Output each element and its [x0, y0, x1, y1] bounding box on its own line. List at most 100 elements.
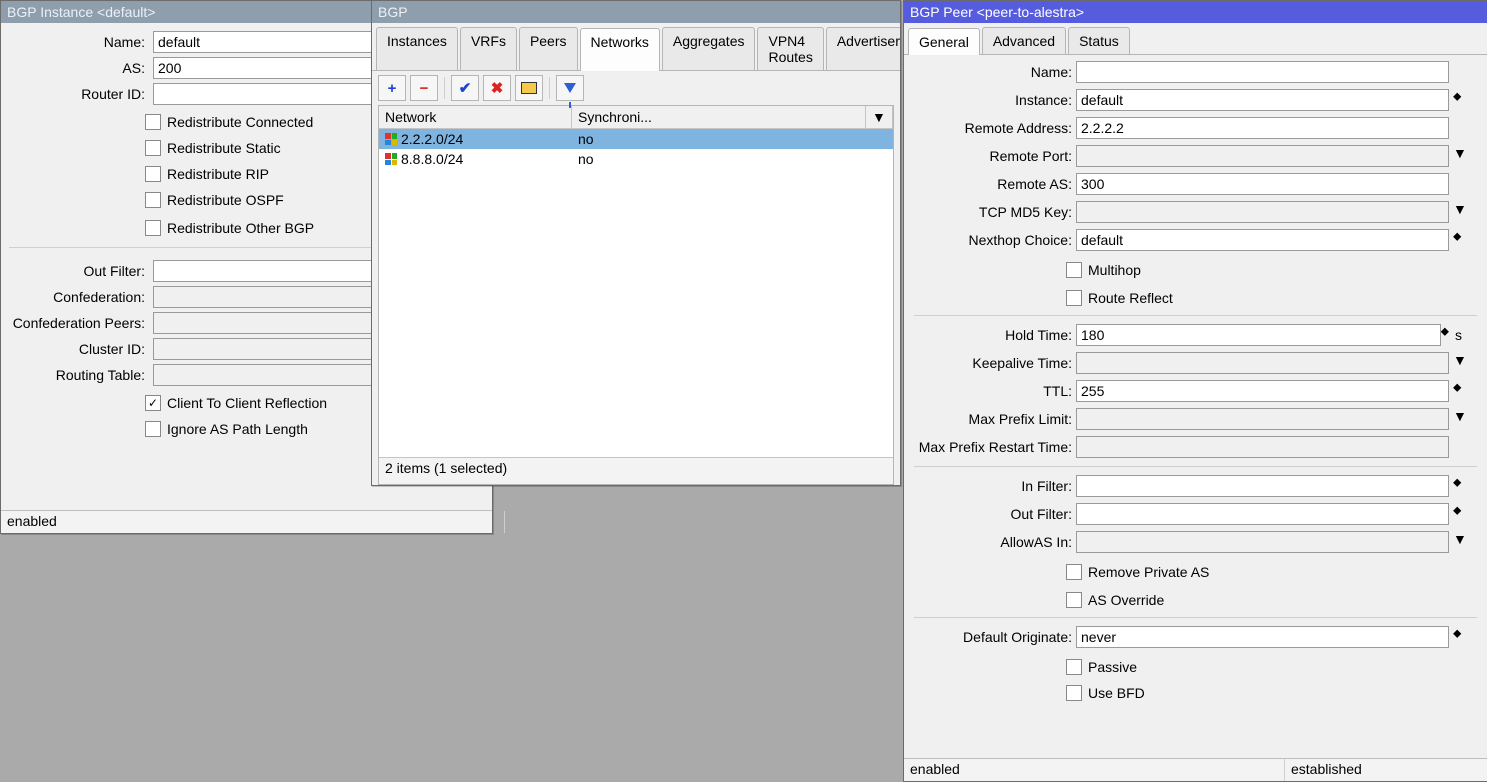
chk-rmpriv[interactable] [1066, 564, 1082, 580]
tab-aggregates[interactable]: Aggregates [662, 27, 756, 70]
titlebar-bgp[interactable]: BGP [372, 1, 900, 23]
chk-multihop[interactable] [1066, 262, 1082, 278]
label-holdtime: Hold Time: [914, 327, 1072, 343]
tab-advertisements[interactable]: Advertisements [826, 27, 900, 70]
tab-status[interactable]: Status [1068, 27, 1130, 54]
chk-redist-static[interactable] [145, 140, 161, 156]
lbl-multihop: Multihop [1088, 262, 1141, 278]
tab-instances[interactable]: Instances [376, 27, 458, 70]
deforig-dropdown-icon[interactable]: ⬥ [1453, 626, 1477, 648]
input-nexthop[interactable] [1076, 229, 1449, 251]
col-sync[interactable]: Synchroni... [572, 106, 866, 128]
label-maxpfx: Max Prefix Limit: [914, 411, 1072, 427]
input-deforig[interactable] [1076, 626, 1449, 648]
cell-network: 2.2.2.0/24 [401, 131, 463, 147]
remove-button[interactable]: − [410, 75, 438, 101]
tab-vrfs[interactable]: VRFs [460, 27, 517, 70]
table-row[interactable]: 8.8.8.0/24no [379, 149, 893, 169]
nexthop-dropdown-icon[interactable]: ⬥ [1453, 229, 1477, 251]
network-icon [385, 133, 397, 145]
input-keepalive[interactable] [1076, 352, 1449, 374]
input-allowas[interactable] [1076, 531, 1449, 553]
label-remote-port: Remote Port: [914, 148, 1072, 164]
chk-redist-other[interactable] [145, 220, 161, 236]
grid-status: 2 items (1 selected) [379, 457, 893, 484]
input-peer-instance[interactable] [1076, 89, 1449, 111]
add-button[interactable]: + [378, 75, 406, 101]
cell-network: 8.8.8.0/24 [401, 151, 463, 167]
label-infilter: In Filter: [914, 478, 1072, 494]
infilter-dropdown-icon[interactable]: ⬥ [1453, 475, 1477, 497]
disable-button[interactable]: ✖ [483, 75, 511, 101]
statusbar-instance: enabled [1, 510, 492, 533]
tab-vpn4-routes[interactable]: VPN4 Routes [757, 27, 823, 70]
holdtime-dropdown-icon[interactable]: ⬥ [1441, 324, 1449, 346]
chk-usebfd[interactable] [1066, 685, 1082, 701]
keepalive-dropdown-icon[interactable]: ▼ [1453, 352, 1477, 374]
md5-dropdown-icon[interactable]: ▼ [1453, 201, 1477, 223]
grid-body[interactable]: 2.2.2.0/24 no 8.8.8.0/24no [379, 129, 893, 457]
tab-advanced[interactable]: Advanced [982, 27, 1066, 54]
lbl-redist-static: Redistribute Static [167, 140, 281, 156]
col-menu[interactable]: ▼ [866, 106, 893, 128]
label-routingtable: Routing Table: [9, 367, 149, 383]
label-peer-name: Name: [914, 64, 1072, 80]
chk-asovr[interactable] [1066, 592, 1082, 608]
input-holdtime[interactable] [1076, 324, 1441, 346]
label-allowas: AllowAS In: [914, 534, 1072, 550]
input-maxpfxr[interactable] [1076, 436, 1449, 458]
lbl-redist-rip: Redistribute RIP [167, 166, 269, 182]
toolbar-divider [444, 77, 445, 99]
input-outfilter-peer[interactable] [1076, 503, 1449, 525]
peer-instance-dropdown-icon[interactable]: ⬥ [1453, 89, 1477, 111]
chk-c2c[interactable] [145, 395, 161, 411]
label-routerid: Router ID: [9, 86, 149, 102]
label-name: Name: [9, 34, 149, 50]
comment-button[interactable] [515, 75, 543, 101]
label-clusterid: Cluster ID: [9, 341, 149, 357]
status-peer-left: enabled [904, 759, 1285, 781]
ttl-dropdown-icon[interactable]: ⬥ [1453, 380, 1477, 402]
tab-peers[interactable]: Peers [519, 27, 578, 70]
cell-sync: no [572, 131, 665, 147]
lbl-routereflect: Route Reflect [1088, 290, 1173, 306]
input-md5[interactable] [1076, 201, 1449, 223]
input-ttl[interactable] [1076, 380, 1449, 402]
chk-redist-ospf[interactable] [145, 192, 161, 208]
window-bgp-peer: BGP Peer <peer-to-alestra> GeneralAdvanc… [903, 0, 1487, 782]
plus-icon: + [388, 80, 397, 97]
chk-routereflect[interactable] [1066, 290, 1082, 306]
tabs-peer: GeneralAdvancedStatus [904, 23, 1487, 55]
tab-general[interactable]: General [908, 28, 980, 55]
chk-redist-rip[interactable] [145, 166, 161, 182]
label-nexthop: Nexthop Choice: [914, 232, 1072, 248]
enable-button[interactable]: ✔ [451, 75, 479, 101]
titlebar-bgp-peer[interactable]: BGP Peer <peer-to-alestra> [904, 1, 1487, 23]
label-keepalive: Keepalive Time: [914, 355, 1072, 371]
tab-networks[interactable]: Networks [580, 28, 660, 71]
col-network[interactable]: Network [379, 106, 572, 128]
input-remote-as[interactable] [1076, 173, 1449, 195]
allowas-dropdown-icon[interactable]: ▼ [1453, 531, 1477, 553]
input-remote-port[interactable] [1076, 145, 1449, 167]
chk-passive[interactable] [1066, 659, 1082, 675]
chk-redist-connected[interactable] [145, 114, 161, 130]
check-icon: ✔ [459, 79, 472, 97]
input-remote-addr[interactable] [1076, 117, 1449, 139]
input-maxpfx[interactable] [1076, 408, 1449, 430]
funnel-icon [564, 83, 576, 93]
note-icon [521, 82, 537, 94]
separator [914, 466, 1477, 467]
remote-port-dropdown-icon[interactable]: ▼ [1453, 145, 1477, 167]
label-md5: TCP MD5 Key: [914, 204, 1072, 220]
label-confed: Confederation: [9, 289, 149, 305]
chk-ignore-aspath[interactable] [145, 421, 161, 437]
lbl-rmpriv: Remove Private AS [1088, 564, 1209, 580]
input-peer-name[interactable] [1076, 61, 1449, 83]
outfilter-peer-dropdown-icon[interactable]: ⬥ [1453, 503, 1477, 525]
filter-button[interactable] [556, 75, 584, 101]
label-remote-as: Remote AS: [914, 176, 1072, 192]
input-infilter[interactable] [1076, 475, 1449, 497]
maxpfx-dropdown-icon[interactable]: ▼ [1453, 408, 1477, 430]
table-row[interactable]: 2.2.2.0/24 no [379, 129, 893, 149]
